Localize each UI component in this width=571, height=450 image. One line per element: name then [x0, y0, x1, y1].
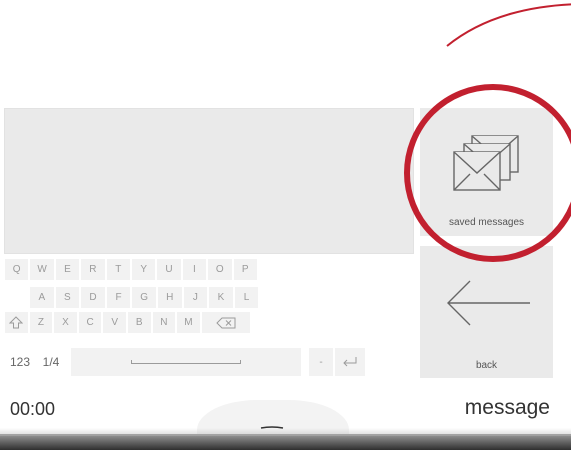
space-bar-line [131, 360, 241, 364]
key-j[interactable]: J [183, 287, 208, 308]
key-r[interactable]: R [81, 259, 105, 280]
key-u[interactable]: U [157, 259, 181, 280]
key-p[interactable]: P [233, 259, 257, 280]
envelopes-icon [453, 135, 519, 191]
saved-messages-button[interactable]: saved messages [420, 108, 553, 236]
keyboard-row-2: A S D F G H J K L [30, 287, 260, 308]
key-t[interactable]: T [106, 259, 130, 280]
backspace-key[interactable] [201, 312, 250, 333]
key-s[interactable]: S [55, 287, 80, 308]
key-y[interactable]: Y [131, 259, 156, 280]
key-q[interactable]: Q [5, 259, 29, 280]
space-key[interactable] [71, 348, 301, 376]
key-b[interactable]: B [127, 312, 151, 333]
key-v[interactable]: V [103, 312, 126, 333]
key-w[interactable]: W [30, 259, 54, 280]
enter-icon [343, 357, 357, 367]
key-x[interactable]: X [54, 312, 77, 333]
message-text-area[interactable] [4, 108, 414, 254]
dash-key[interactable]: - [309, 348, 333, 376]
back-arrow-icon [447, 280, 530, 326]
keyboard-row-3: Z X C V B N M [5, 312, 252, 333]
enter-key[interactable] [335, 348, 365, 376]
key-a[interactable]: A [30, 287, 54, 308]
key-g[interactable]: G [132, 287, 156, 308]
page-title: message [464, 396, 550, 419]
key-c[interactable]: C [78, 312, 102, 333]
keyboard-row-1: Q W E R T Y U I O P [5, 259, 259, 280]
screen: Q W E R T Y U I O P A S D F G H J K L Z … [0, 0, 571, 450]
key-m[interactable]: M [177, 312, 200, 333]
key-z[interactable]: Z [29, 312, 53, 333]
back-button[interactable]: back [420, 246, 553, 378]
decorative-arc [446, 3, 571, 47]
key-f[interactable]: F [106, 287, 131, 308]
key-i[interactable]: I [182, 259, 207, 280]
keyboard-row-4: 123 1/4 - [5, 348, 367, 376]
key-e[interactable]: E [55, 259, 80, 280]
key-n[interactable]: N [152, 312, 176, 333]
shift-arrow-icon [9, 316, 24, 329]
key-d[interactable]: D [81, 287, 105, 308]
device-bottom-edge [0, 428, 571, 450]
numbers-key[interactable]: 123 [5, 348, 35, 376]
key-h[interactable]: H [157, 287, 182, 308]
shift-key[interactable] [5, 312, 28, 333]
page-key[interactable]: 1/4 [37, 348, 65, 376]
back-label: back [475, 360, 498, 371]
key-l[interactable]: L [234, 287, 259, 308]
key-o[interactable]: O [208, 259, 232, 280]
backspace-icon [216, 317, 236, 328]
saved-messages-label: saved messages [448, 217, 525, 228]
clock-time: 00:00 [10, 399, 56, 419]
key-k[interactable]: K [209, 287, 233, 308]
